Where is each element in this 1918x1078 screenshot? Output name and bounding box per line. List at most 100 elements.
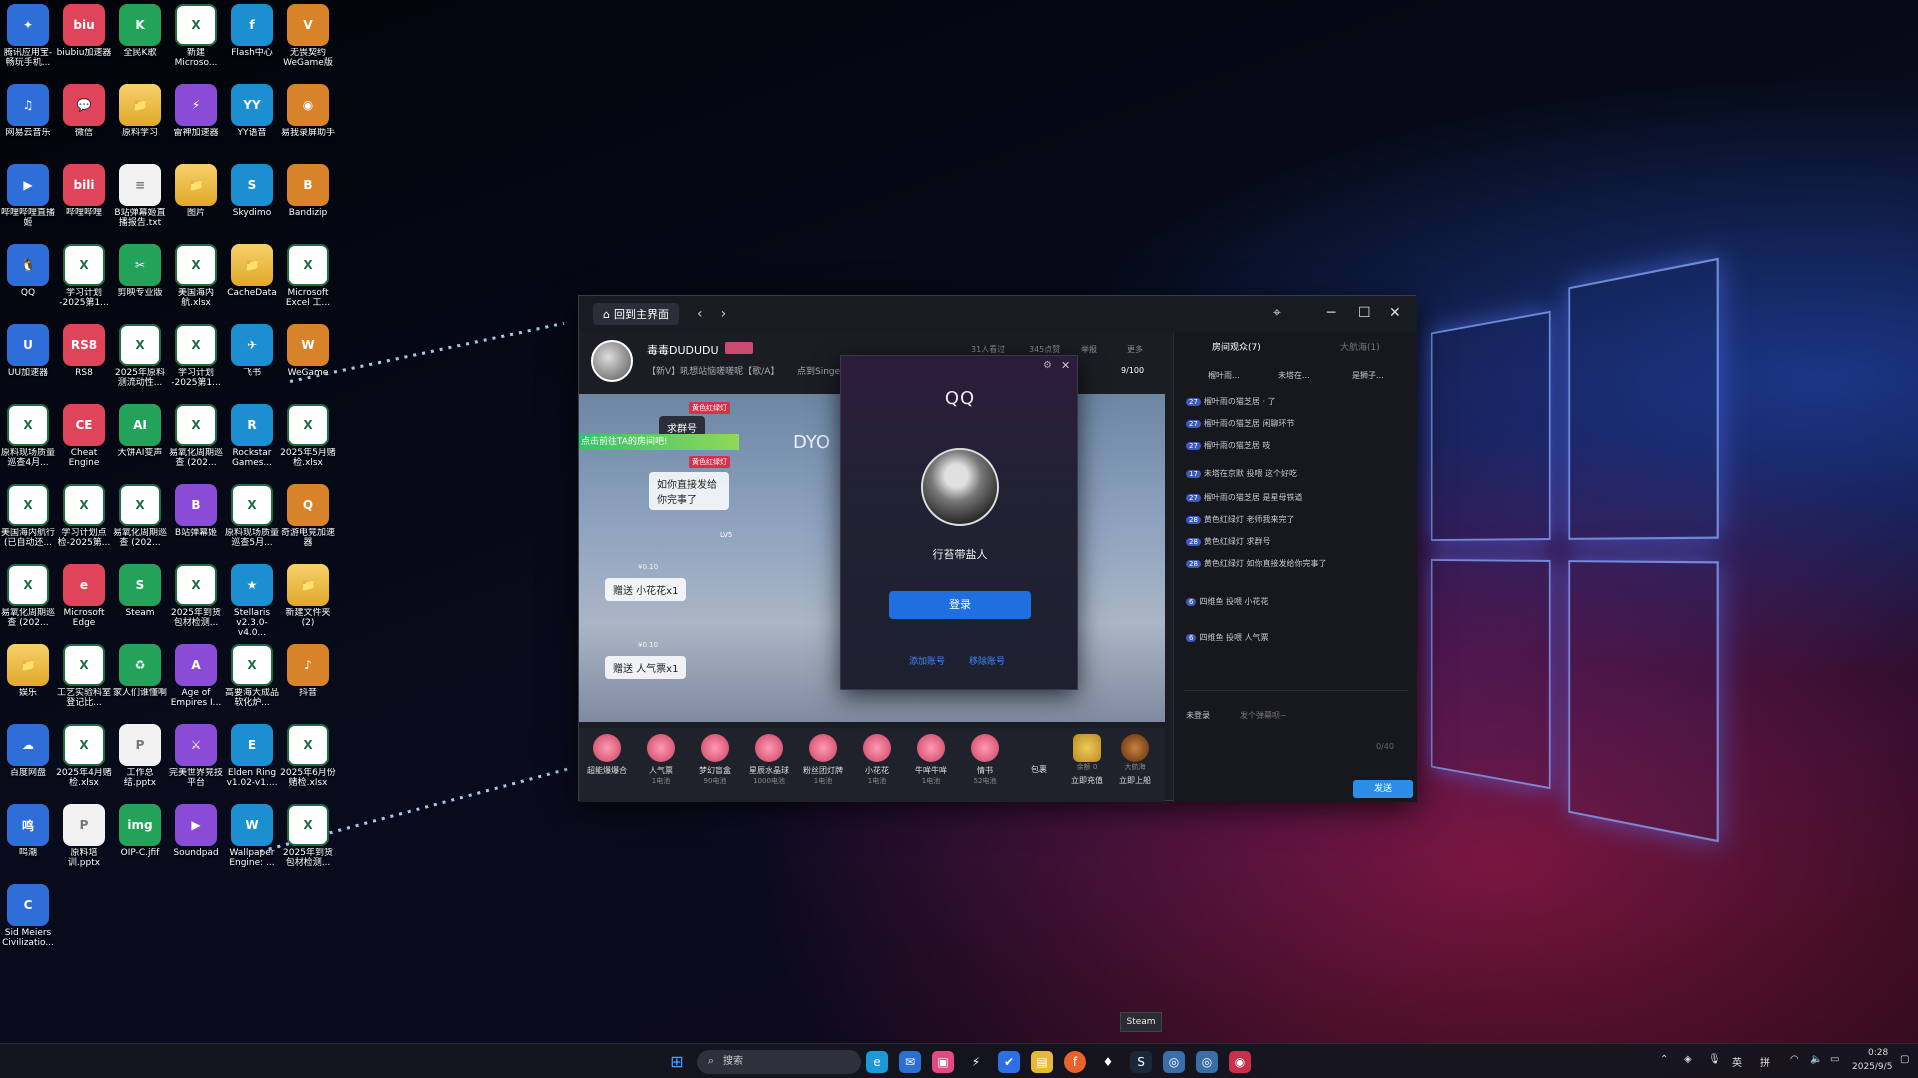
danmaku-input[interactable]: 发个弹幕呗~ <box>1240 710 1287 721</box>
window-titlebar[interactable]: ⌂ 回到主界面 ‹ › ⌖ ─ ☐ ✕ <box>579 296 1417 332</box>
live-app-icon[interactable]: ◉ <box>1229 1051 1251 1073</box>
battery-icon[interactable]: ▭ <box>1830 1054 1839 1065</box>
folder-icon[interactable]: ▤ <box>1031 1051 1053 1073</box>
desktop-icon[interactable]: A Age of Empires I... <box>168 644 224 720</box>
clock-date[interactable]: 2025/9/5 <box>1852 1062 1892 1072</box>
desktop-icon[interactable]: CE Cheat Engine <box>56 404 112 480</box>
desktop-icon[interactable]: X 工艺实验科室登记比... <box>56 644 112 720</box>
audience-3[interactable]: 是狮子... <box>1352 370 1384 381</box>
steam-icon[interactable]: S <box>1130 1051 1152 1073</box>
desktop-icon[interactable]: X 美国海内航.xlsx <box>168 244 224 320</box>
desktop-icon[interactable]: ≡ B站弹幕姬直播报告.txt <box>112 164 168 240</box>
desktop-icon[interactable]: 📁 娱乐 <box>0 644 56 720</box>
desktop-icon[interactable]: B Bandizip <box>280 164 336 240</box>
add-account-link[interactable]: 添加账号 <box>909 654 945 667</box>
captain-action[interactable]: 立即上船 <box>1113 775 1157 786</box>
desktop-icon[interactable]: AI 大饼AI变声 <box>112 404 168 480</box>
desktop-icon[interactable]: V 无畏契约 WeGame版 <box>280 4 336 80</box>
report-link[interactable]: 举报 <box>1081 344 1097 355</box>
more-link[interactable]: 更多 <box>1127 344 1143 355</box>
desktop-icon[interactable]: img OIP-C.jfif <box>112 804 168 880</box>
desktop-icon[interactable]: e Microsoft Edge <box>56 564 112 640</box>
back-arrow-icon[interactable]: ‹ <box>697 306 703 322</box>
mic-icon[interactable]: 🎙 <box>1708 1054 1721 1065</box>
desktop-icon[interactable]: S Skydimo <box>224 164 280 240</box>
desktop-icon[interactable]: C Sid Meiers Civilizatio... <box>0 884 56 960</box>
tab-audience[interactable]: 房间观众(7) <box>1212 340 1261 353</box>
desktop-icon[interactable]: X 2025年到货包材检测... <box>280 804 336 880</box>
home-button[interactable]: ⌂ 回到主界面 <box>593 303 679 325</box>
desktop-icon[interactable]: 📁 图片 <box>168 164 224 240</box>
feishu-icon[interactable]: ⚡ <box>965 1051 987 1073</box>
volume-icon[interactable]: 🔈 <box>1810 1054 1822 1065</box>
desktop-icon[interactable]: f Flash中心 <box>224 4 280 80</box>
gift-item[interactable]: 超能爆爆合 <box>585 734 629 776</box>
tab-captain[interactable]: 大航海(1) <box>1340 340 1380 353</box>
balance[interactable]: 余额 0 立即充值 <box>1065 734 1109 786</box>
room-banner[interactable]: 点击前往TA的房间吧! <box>579 434 739 450</box>
audience-1[interactable]: 榴叶雨... <box>1208 370 1240 381</box>
desktop-icon[interactable]: ✂ 剪映专业版 <box>112 244 168 320</box>
desktop-icon[interactable]: ⚔ 完美世界竞技平台 <box>168 724 224 800</box>
desktop-icon[interactable]: ✈ 飞书 <box>224 324 280 400</box>
gift-item[interactable]: 小花花 1电池 <box>855 734 899 786</box>
desktop-icon[interactable]: 📁 原料学习 <box>112 84 168 160</box>
desktop-icon[interactable]: 🐧 QQ <box>0 244 56 320</box>
desktop-icon[interactable]: 📁 新建文件夹 (2) <box>280 564 336 640</box>
maximize-icon[interactable]: ☐ <box>1358 305 1371 321</box>
wifi-icon[interactable]: ◠ <box>1790 1054 1799 1065</box>
desktop-icon[interactable]: P 原料培训.pptx <box>56 804 112 880</box>
desktop-icon[interactable]: ♻ 家人们谁懂啊 <box>112 644 168 720</box>
edge-icon[interactable]: e <box>866 1051 888 1073</box>
desktop-icon[interactable]: 鸣鸣潮 <box>0 804 56 880</box>
desktop-icon[interactable]: RS8 RS8 <box>56 324 112 400</box>
desktop-icon[interactable]: X 新建 Microso... <box>168 4 224 80</box>
gift-item[interactable]: 牛哞牛哞 1电池 <box>909 734 953 786</box>
pin-icon[interactable]: ⌖ <box>1273 305 1281 321</box>
todo-icon[interactable]: ✔ <box>998 1051 1020 1073</box>
firefox-icon[interactable]: f <box>1064 1051 1086 1073</box>
desktop-icon[interactable]: X 2025年到货包材检测... <box>168 564 224 640</box>
desktop-icon[interactable]: S Steam <box>112 564 168 640</box>
desktop-icon[interactable]: X 2025年4月赌检.xlsx <box>56 724 112 800</box>
captain[interactable]: 大航海 立即上船 <box>1113 734 1157 786</box>
desktop-icon[interactable]: R Rockstar Games... <box>224 404 280 480</box>
desktop-icon[interactable]: Q 奇游电竞加速器 <box>280 484 336 560</box>
desktop-icon[interactable]: ▶ 哔哩哔哩直播姬 <box>0 164 56 240</box>
remove-account-link[interactable]: 移除账号 <box>969 654 1005 667</box>
desktop-icon[interactable]: bili 哔哩哔哩 <box>56 164 112 240</box>
desktop-icon[interactable]: ✦ 腾讯应用宝-畅玩手机... <box>0 4 56 80</box>
desktop-icon[interactable]: W WeGame <box>280 324 336 400</box>
desktop-icon[interactable]: X 易氧化周期巡查 (202... <box>168 404 224 480</box>
desktop-icon[interactable]: X 美国海内航行(已自动还... <box>0 484 56 560</box>
audience-2[interactable]: 未塔在... <box>1278 370 1310 381</box>
desktop-icon[interactable]: X 2025年原料测流动性... <box>112 324 168 400</box>
gift-item[interactable]: 星辰水晶球 1000电池 <box>747 734 791 786</box>
desktop-icon[interactable]: X 易氧化周期巡查 (202... <box>112 484 168 560</box>
pack-button[interactable]: 包裹 <box>1017 734 1061 775</box>
streamer-avatar[interactable] <box>591 340 633 382</box>
streamer-name[interactable]: 毒毒DUDUDU <box>647 342 719 358</box>
desktop-icon[interactable]: X Microsoft Excel 工... <box>280 244 336 320</box>
desktop-icon[interactable]: ◉ 易我录屏助手 <box>280 84 336 160</box>
desktop-icon[interactable]: ☁ 百度网盘 <box>0 724 56 800</box>
gift-item[interactable]: 情书 52电池 <box>963 734 1007 786</box>
send-button[interactable]: 发送 <box>1353 780 1413 798</box>
tray-app-icon[interactable]: ◈ <box>1684 1054 1692 1065</box>
desktop-icon[interactable]: ♪ 抖音 <box>280 644 336 720</box>
start-icon[interactable]: ⊞ <box>666 1051 688 1073</box>
desktop-icon[interactable]: X 原料现场质量巡查4月... <box>0 404 56 480</box>
desktop-icon[interactable]: E Elden Ring v1.02-v1.... <box>224 724 280 800</box>
gift-item[interactable]: 梦幻盲盒 90电池 <box>693 734 737 786</box>
minimize-icon[interactable]: ─ <box>1327 305 1335 321</box>
desktop-icon[interactable]: X 学习计划 -2025第1... <box>56 244 112 320</box>
ime-lang[interactable]: 英 <box>1732 1054 1742 1069</box>
mail-icon[interactable]: ✉ <box>899 1051 921 1073</box>
clock-time[interactable]: 0:28 <box>1868 1048 1888 1058</box>
desktop-icon[interactable]: U UU加速器 <box>0 324 56 400</box>
desktop-icon[interactable]: YY YY语音 <box>224 84 280 160</box>
desktop-icon[interactable]: 📁 CacheData <box>224 244 280 320</box>
settings-icon[interactable]: ⚙ <box>1043 360 1052 371</box>
desktop-icon[interactable]: X 高要海大成品软化炉... <box>224 644 280 720</box>
desktop-icon[interactable]: 💬 微信 <box>56 84 112 160</box>
